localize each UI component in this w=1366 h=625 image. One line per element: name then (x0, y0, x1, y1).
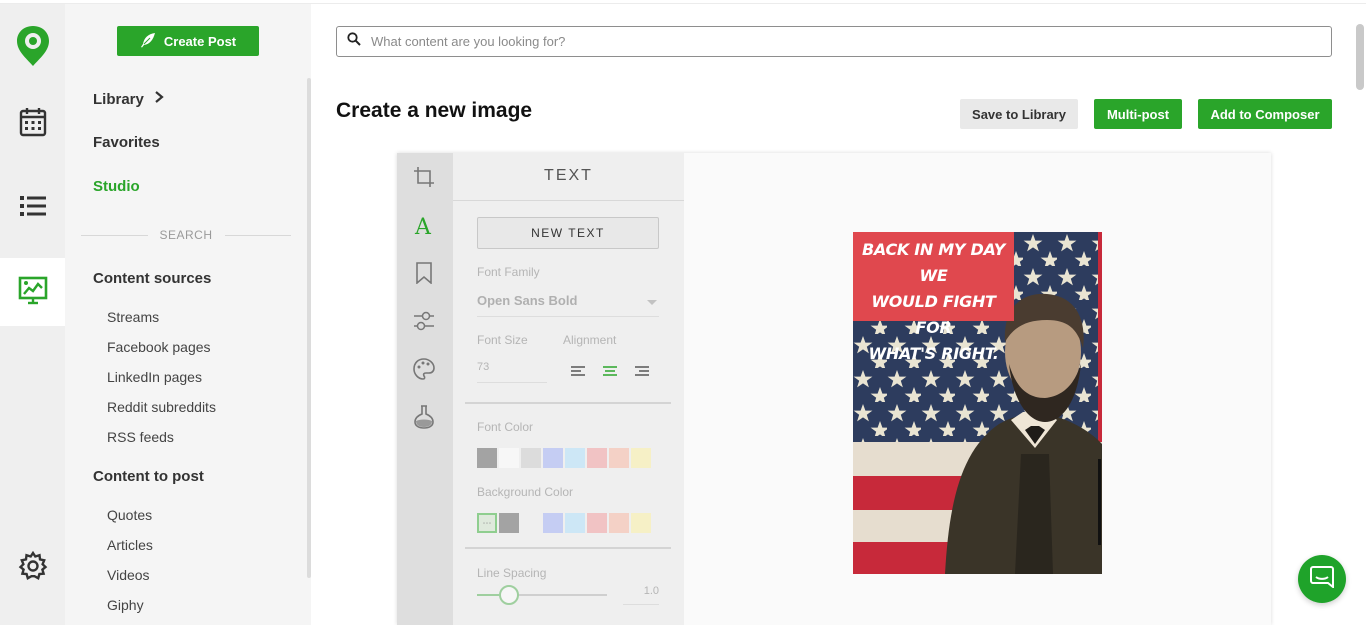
background-color-swatches: ⋯ (477, 513, 651, 533)
calendar-nav[interactable] (0, 90, 65, 158)
align-left-icon[interactable] (571, 364, 585, 376)
create-post-button[interactable]: Create Post (117, 26, 259, 56)
background-color-swatch[interactable] (565, 513, 585, 533)
chevron-right-icon (154, 90, 164, 108)
quote-text-box[interactable]: BACK IN MY DAY WE WOULD FIGHT FOR WHAT'S… (853, 232, 1014, 363)
feather-icon (140, 32, 156, 51)
font-color-swatch[interactable] (521, 448, 541, 468)
sidebar-item-favorites[interactable]: Favorites (93, 134, 160, 151)
content-sources-heading: Content sources (93, 270, 212, 287)
editor-toolbar: A (397, 153, 453, 625)
font-color-swatch[interactable] (477, 448, 497, 468)
sidebar-item-facebook-pages[interactable]: Facebook pages (107, 339, 211, 355)
chat-icon (1310, 565, 1334, 593)
background-color-swatch[interactable] (631, 513, 651, 533)
sidebar-item-articles[interactable]: Articles (107, 537, 153, 553)
search-section-label: SEARCH (159, 228, 213, 242)
font-size-input[interactable]: 73 (477, 361, 547, 383)
flask-icon[interactable] (411, 404, 437, 430)
text-tool-icon[interactable]: A (411, 212, 437, 238)
crop-icon[interactable] (411, 164, 437, 190)
page-scrollbar[interactable] (1356, 24, 1364, 90)
background-color-swatch[interactable] (521, 513, 541, 533)
background-color-swatch[interactable]: ⋯ (477, 513, 497, 533)
search-input[interactable] (371, 34, 1271, 49)
bookmark-icon[interactable] (411, 260, 437, 286)
sidebar-item-rss-feeds[interactable]: RSS feeds (107, 429, 174, 445)
sidebar-item-reddit-subreddits[interactable]: Reddit subreddits (107, 399, 216, 415)
new-text-button[interactable]: NEW TEXT (477, 217, 659, 249)
background-color-swatch[interactable] (587, 513, 607, 533)
sidebar-item-giphy[interactable]: Giphy (107, 597, 144, 613)
text-settings-panel: TEXT NEW TEXT Font Family Open Sans Bold… (453, 153, 684, 625)
content-to-post-heading: Content to post (93, 468, 204, 485)
create-post-label: Create Post (163, 33, 237, 49)
quote-line-1: BACK IN MY DAY WE (861, 240, 1005, 285)
studio-nav[interactable] (0, 258, 65, 326)
save-to-library-button[interactable]: Save to Library (960, 99, 1078, 129)
sidebar-item-studio[interactable]: Studio (93, 178, 140, 195)
gear-icon (18, 550, 48, 586)
font-color-swatches (477, 448, 651, 468)
palette-icon[interactable] (411, 356, 437, 382)
line-spacing-label: Line Spacing (477, 566, 547, 580)
font-color-swatch[interactable] (631, 448, 651, 468)
image-editor: A TEXT NEW TEXT Font Family Open Sans Bo… (397, 153, 1271, 625)
sidebar-item-linkedin-pages[interactable]: LinkedIn pages (107, 369, 202, 385)
font-color-label: Font Color (477, 420, 534, 434)
background-color-swatch[interactable] (499, 513, 519, 533)
line-spacing-input[interactable]: 1.0 (623, 585, 659, 605)
list-icon (19, 194, 47, 223)
font-family-label: Font Family (477, 265, 540, 279)
sidebar-item-videos[interactable]: Videos (107, 567, 150, 583)
multi-post-button[interactable]: Multi-post (1094, 99, 1182, 129)
quote-line-3: WHAT'S RIGHT. (868, 344, 999, 363)
adjust-icon[interactable] (411, 308, 437, 334)
quote-line-2: WOULD FIGHT FOR (871, 292, 996, 337)
panel-title: TEXT (544, 167, 593, 184)
poster-image[interactable]: BACK IN MY DAY WE WOULD FIGHT FOR WHAT'S… (853, 232, 1102, 574)
list-nav[interactable] (0, 174, 65, 242)
sidebar-item-quotes[interactable]: Quotes (107, 507, 152, 523)
sidebar: Create Post Library Favorites Studio SEA… (65, 4, 311, 625)
main-content: Create a new image Save to Library Multi… (311, 4, 1354, 625)
font-color-swatch[interactable] (587, 448, 607, 468)
sidebar-item-library[interactable]: Library (93, 90, 164, 108)
align-center-icon[interactable] (603, 364, 617, 376)
search-bar[interactable] (336, 26, 1332, 57)
settings-nav[interactable] (0, 534, 65, 602)
app-logo-icon[interactable] (14, 24, 52, 68)
font-color-swatch[interactable] (565, 448, 585, 468)
image-chart-icon (18, 275, 48, 310)
add-to-composer-button[interactable]: Add to Composer (1198, 99, 1332, 129)
font-family-select[interactable]: Open Sans Bold (477, 293, 659, 317)
font-color-swatch[interactable] (543, 448, 563, 468)
resize-handle[interactable] (1098, 459, 1101, 545)
section-divider (465, 547, 671, 549)
font-family-value: Open Sans Bold (477, 293, 578, 308)
image-canvas: BACK IN MY DAY WE WOULD FIGHT FOR WHAT'S… (684, 153, 1271, 625)
font-color-swatch[interactable] (609, 448, 629, 468)
icon-rail (0, 4, 65, 625)
background-color-swatch[interactable] (543, 513, 563, 533)
chat-button[interactable] (1298, 555, 1346, 603)
panel-divider (453, 200, 684, 201)
sidebar-item-streams[interactable]: Streams (107, 309, 159, 325)
line-spacing-fill (477, 594, 501, 596)
library-label: Library (93, 90, 144, 108)
line-spacing-handle[interactable] (499, 585, 519, 605)
alignment-label: Alignment (563, 333, 617, 347)
font-color-swatch[interactable] (499, 448, 519, 468)
font-size-label: Font Size (477, 333, 528, 347)
calendar-icon (19, 107, 47, 142)
search-divider: SEARCH (81, 228, 292, 242)
align-right-icon[interactable] (635, 364, 649, 376)
chevron-down-icon (647, 300, 657, 305)
background-color-label: Background Color (477, 485, 574, 499)
section-divider (465, 402, 671, 404)
search-icon (347, 32, 361, 51)
page-title: Create a new image (336, 99, 533, 122)
background-color-swatch[interactable] (609, 513, 629, 533)
svg-text:A: A (414, 215, 432, 237)
